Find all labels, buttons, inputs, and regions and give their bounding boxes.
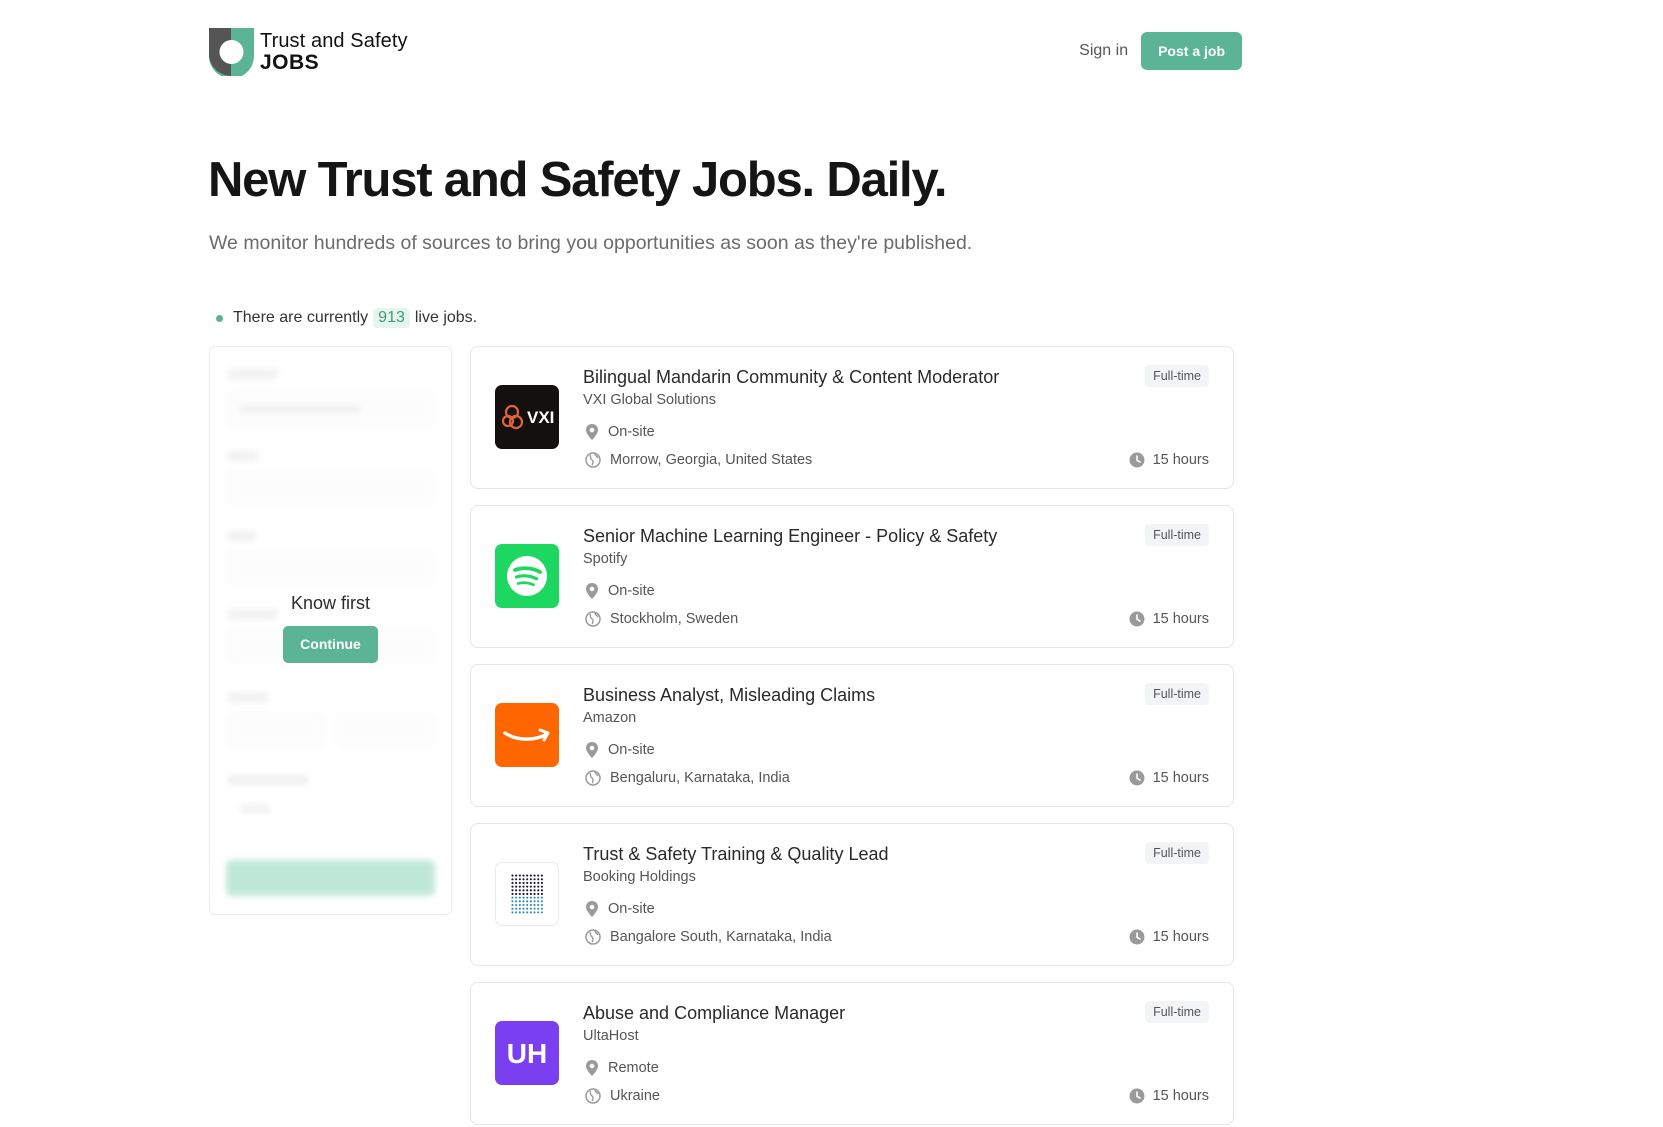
- globe-icon: [585, 1088, 601, 1104]
- work-mode-label: On-site: [608, 424, 655, 440]
- posted-time-label: 15 hours: [1152, 929, 1209, 945]
- work-mode-label: On-site: [608, 583, 655, 599]
- location-pin-icon: [586, 583, 598, 599]
- work-mode: On-site: [585, 901, 655, 917]
- job-card[interactable]: VXI Bilingual Mandarin Community & Conte…: [470, 346, 1234, 489]
- job-card[interactable]: Senior Machine Learning Engineer - Polic…: [470, 505, 1234, 648]
- work-mode: On-site: [585, 742, 655, 758]
- job-type-badge: Full-time: [1145, 683, 1209, 705]
- globe-icon: [585, 452, 601, 468]
- posted-time: 15 hours: [1129, 929, 1209, 945]
- job-title[interactable]: Trust & Safety Training & Quality Lead: [583, 844, 888, 865]
- job-type-badge: Full-time: [1145, 1001, 1209, 1023]
- location-label: Ukraine: [610, 1088, 660, 1104]
- live-jobs-count: 913: [373, 308, 410, 328]
- work-mode-label: On-site: [608, 901, 655, 917]
- location-pin-icon: [586, 901, 598, 917]
- site-header: Trust and Safety JOBS Sign in Post a job: [209, 27, 1242, 79]
- shield-logo-icon: [209, 28, 254, 79]
- location-label: Bengaluru, Karnataka, India: [610, 770, 790, 786]
- ultahost-logo-text: UH: [507, 1038, 547, 1069]
- job-location: Bengaluru, Karnataka, India: [585, 770, 790, 786]
- continue-button[interactable]: Continue: [283, 626, 378, 663]
- live-jobs-counter: There are currently 913 live jobs.: [216, 308, 477, 328]
- company-name: Booking Holdings: [583, 869, 696, 885]
- ultahost-logo-icon: UH: [495, 1021, 559, 1085]
- posted-time-label: 15 hours: [1152, 452, 1209, 468]
- clock-icon: [1129, 611, 1145, 627]
- posted-time: 15 hours: [1129, 611, 1209, 627]
- work-mode-label: On-site: [608, 742, 655, 758]
- location-pin-icon: [586, 1060, 598, 1076]
- job-card[interactable]: Trust & Safety Training & Quality Lead B…: [470, 823, 1234, 966]
- logo-title: Trust and Safety: [260, 30, 408, 52]
- vxi-logo-text: VXI: [527, 408, 554, 427]
- clock-icon: [1129, 452, 1145, 468]
- location-label: Bangalore South, Karnataka, India: [610, 929, 832, 945]
- site-logo[interactable]: Trust and Safety JOBS: [209, 27, 408, 79]
- vxi-logo-icon: VXI: [495, 385, 559, 449]
- work-mode: On-site: [585, 583, 655, 599]
- location-label: Morrow, Georgia, United States: [610, 452, 813, 468]
- spotify-logo-icon: [495, 544, 559, 608]
- job-card[interactable]: Business Analyst, Misleading Claims Amaz…: [470, 664, 1234, 807]
- job-location: Stockholm, Sweden: [585, 611, 738, 627]
- filter-panel: Know first Continue: [209, 346, 452, 915]
- posted-time: 15 hours: [1129, 770, 1209, 786]
- job-location: Bangalore South, Karnataka, India: [585, 929, 832, 945]
- live-prefix: There are currently: [233, 309, 369, 326]
- clock-icon: [1129, 929, 1145, 945]
- posted-time-label: 15 hours: [1152, 1088, 1209, 1104]
- job-type-badge: Full-time: [1145, 365, 1209, 387]
- job-location: Ukraine: [585, 1088, 660, 1104]
- company-name: VXI Global Solutions: [583, 392, 716, 408]
- location-pin-icon: [586, 424, 598, 440]
- page-title: New Trust and Safety Jobs. Daily.: [208, 153, 947, 207]
- live-status-dot: [216, 314, 223, 322]
- job-title[interactable]: Bilingual Mandarin Community & Content M…: [583, 367, 999, 388]
- page-subtitle: We monitor hundreds of sources to bring …: [209, 232, 973, 254]
- job-type-badge: Full-time: [1145, 524, 1209, 546]
- globe-icon: [585, 929, 601, 945]
- location-label: Stockholm, Sweden: [610, 611, 739, 627]
- amazon-logo-icon: [495, 703, 559, 767]
- location-pin-icon: [586, 742, 598, 758]
- company-name: UltaHost: [583, 1028, 639, 1044]
- company-name: Amazon: [583, 710, 637, 726]
- work-mode: On-site: [585, 424, 655, 440]
- job-list: VXI Bilingual Mandarin Community & Conte…: [470, 346, 1234, 1127]
- job-type-badge: Full-time: [1145, 842, 1209, 864]
- signup-gate: Know first Continue: [210, 593, 451, 663]
- posted-time-label: 15 hours: [1152, 611, 1209, 627]
- work-mode: Remote: [585, 1060, 659, 1076]
- job-card[interactable]: UH Abuse and Compliance Manager UltaHost…: [470, 982, 1234, 1125]
- posted-time: 15 hours: [1129, 1088, 1209, 1104]
- booking-holdings-logo-icon: [495, 862, 559, 926]
- sign-in-link[interactable]: Sign in: [1079, 42, 1128, 60]
- posted-time-label: 15 hours: [1152, 770, 1209, 786]
- header-nav: Sign in Post a job: [1079, 32, 1242, 70]
- logo-subtitle: JOBS: [260, 51, 320, 74]
- job-title[interactable]: Senior Machine Learning Engineer - Polic…: [583, 526, 997, 547]
- posted-time: 15 hours: [1129, 452, 1209, 468]
- work-mode-label: Remote: [608, 1060, 659, 1076]
- company-name: Spotify: [583, 551, 628, 567]
- job-title[interactable]: Business Analyst, Misleading Claims: [583, 685, 875, 706]
- globe-icon: [585, 611, 601, 627]
- globe-icon: [585, 770, 601, 786]
- clock-icon: [1129, 1088, 1145, 1104]
- clock-icon: [1129, 770, 1145, 786]
- post-job-button[interactable]: Post a job: [1141, 32, 1242, 70]
- job-title[interactable]: Abuse and Compliance Manager: [583, 1003, 845, 1024]
- live-suffix: live jobs.: [414, 309, 478, 326]
- gate-title: Know first: [290, 593, 371, 613]
- job-location: Morrow, Georgia, United States: [585, 452, 812, 468]
